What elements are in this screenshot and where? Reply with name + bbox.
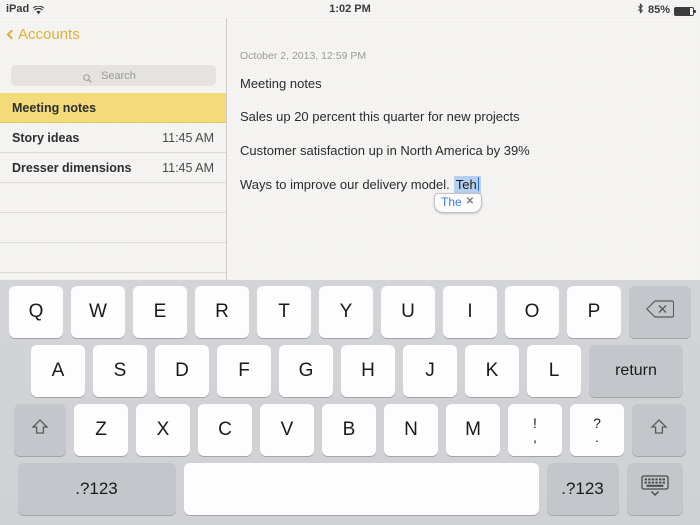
list-item[interactable]: Dresser dimensions 11:45 AM: [0, 153, 226, 183]
key-g[interactable]: G: [279, 345, 333, 397]
key-b[interactable]: B: [322, 404, 376, 456]
typed-word: Teh: [455, 176, 477, 192]
key-y[interactable]: Y: [319, 286, 373, 338]
notes-sidebar: Accounts Meeting notes Story ideas 11:45…: [0, 18, 227, 303]
space-key[interactable]: [183, 463, 539, 515]
note-title: Dresser dimensions: [12, 160, 132, 175]
key-k[interactable]: K: [465, 345, 519, 397]
key-s[interactable]: S: [93, 345, 147, 397]
battery-icon: [674, 6, 696, 16]
keyboard-row-4: .?123 .?123: [0, 463, 700, 515]
key-w[interactable]: W: [71, 286, 125, 338]
key-a[interactable]: A: [31, 345, 85, 397]
text-caret: [477, 176, 480, 191]
key-f[interactable]: F: [217, 345, 271, 397]
note-body-line: Customer satisfaction up in North Americ…: [240, 142, 530, 158]
key-p[interactable]: P: [567, 286, 621, 338]
keyboard-dismiss-icon: [639, 474, 671, 504]
keyboard-row-1: Q W E R T Y U I O P: [0, 286, 700, 338]
key-h[interactable]: H: [341, 345, 395, 397]
search-input[interactable]: [11, 65, 216, 86]
key-c[interactable]: C: [198, 404, 252, 456]
note-list-empty-row: [0, 243, 226, 273]
bluetooth-icon: [637, 2, 644, 17]
autocorrect-suggestion-popup[interactable]: The ✕: [434, 192, 483, 213]
shift-icon: [649, 417, 669, 443]
key-x[interactable]: X: [136, 404, 190, 456]
key-question-period[interactable]: ? .: [570, 404, 624, 456]
status-bar-clock: 1:02 PM: [329, 3, 371, 15]
list-item[interactable]: Story ideas 11:45 AM: [0, 123, 226, 153]
note-time: 11:45 AM: [162, 130, 214, 145]
key-e[interactable]: E: [133, 286, 187, 338]
key-r[interactable]: R: [195, 286, 249, 338]
key-j[interactable]: J: [403, 345, 457, 397]
key-u[interactable]: U: [381, 286, 435, 338]
return-key[interactable]: return: [589, 345, 683, 397]
note-title: Story ideas: [12, 130, 80, 145]
key-z[interactable]: Z: [74, 404, 128, 456]
key-q[interactable]: Q: [9, 286, 63, 338]
note-time: 11:45 AM: [162, 160, 214, 175]
accounts-back-button[interactable]: Accounts: [6, 22, 80, 46]
key-n[interactable]: N: [384, 404, 438, 456]
keyboard-row-3: Z X C V B N M ! , ? .: [0, 404, 700, 456]
list-item[interactable]: Meeting notes: [0, 93, 226, 123]
search-field-wrapper: [11, 65, 216, 86]
note-title: Meeting notes: [12, 100, 97, 115]
note-body-line-editing: Ways to improve our delivery model. Teh …: [240, 175, 678, 213]
note-list: Meeting notes Story ideas 11:45 AM Dress…: [0, 93, 226, 303]
numeric-key-left[interactable]: .?123: [17, 463, 176, 515]
chevron-left-icon: [6, 29, 17, 39]
key-d[interactable]: D: [155, 345, 209, 397]
shift-key-left[interactable]: [14, 404, 66, 456]
key-v[interactable]: V: [260, 404, 314, 456]
status-bar-right: 85%: [637, 2, 696, 17]
ipad-notes-app: iPad 1:02 PM 85% Accounts Search Meeting…: [0, 0, 700, 525]
shift-key-right[interactable]: [632, 404, 686, 456]
autocorrect-suggestion-word: The: [441, 194, 462, 209]
note-body-line: Meeting notes: [240, 76, 322, 91]
key-o[interactable]: O: [505, 286, 559, 338]
note-content[interactable]: October 2, 2013, 12:59 PM Meeting notes …: [228, 18, 700, 280]
onscreen-keyboard: Q W E R T Y U I O P A S D F G H J K L re…: [0, 280, 700, 525]
backspace-icon: [645, 300, 675, 324]
keyboard-row-2: A S D F G H J K L return: [0, 345, 700, 397]
close-icon[interactable]: ✕: [466, 196, 474, 209]
key-i[interactable]: I: [443, 286, 497, 338]
key-t[interactable]: T: [257, 286, 311, 338]
note-list-empty-row: [0, 183, 226, 213]
key-l[interactable]: L: [527, 345, 581, 397]
note-date: October 2, 2013, 12:59 PM: [240, 50, 367, 62]
numeric-key-right[interactable]: .?123: [546, 463, 619, 515]
accounts-back-label: Accounts: [18, 25, 80, 43]
note-body-line: Sales up 20 percent this quarter for new…: [240, 109, 520, 125]
note-body-line-prefix: Ways to improve our delivery model.: [240, 176, 450, 192]
key-period-label: .: [595, 428, 599, 445]
key-comma-label: ,: [533, 428, 537, 445]
note-list-empty-row: [0, 213, 226, 243]
shift-icon: [30, 417, 50, 443]
keyboard-dismiss-key[interactable]: [626, 463, 683, 515]
key-m[interactable]: M: [446, 404, 500, 456]
battery-percent-label: 85%: [647, 4, 670, 16]
typed-word-selection[interactable]: Teh: [453, 175, 482, 194]
key-exclamation-comma[interactable]: ! ,: [508, 404, 562, 456]
backspace-key[interactable]: [629, 286, 691, 338]
